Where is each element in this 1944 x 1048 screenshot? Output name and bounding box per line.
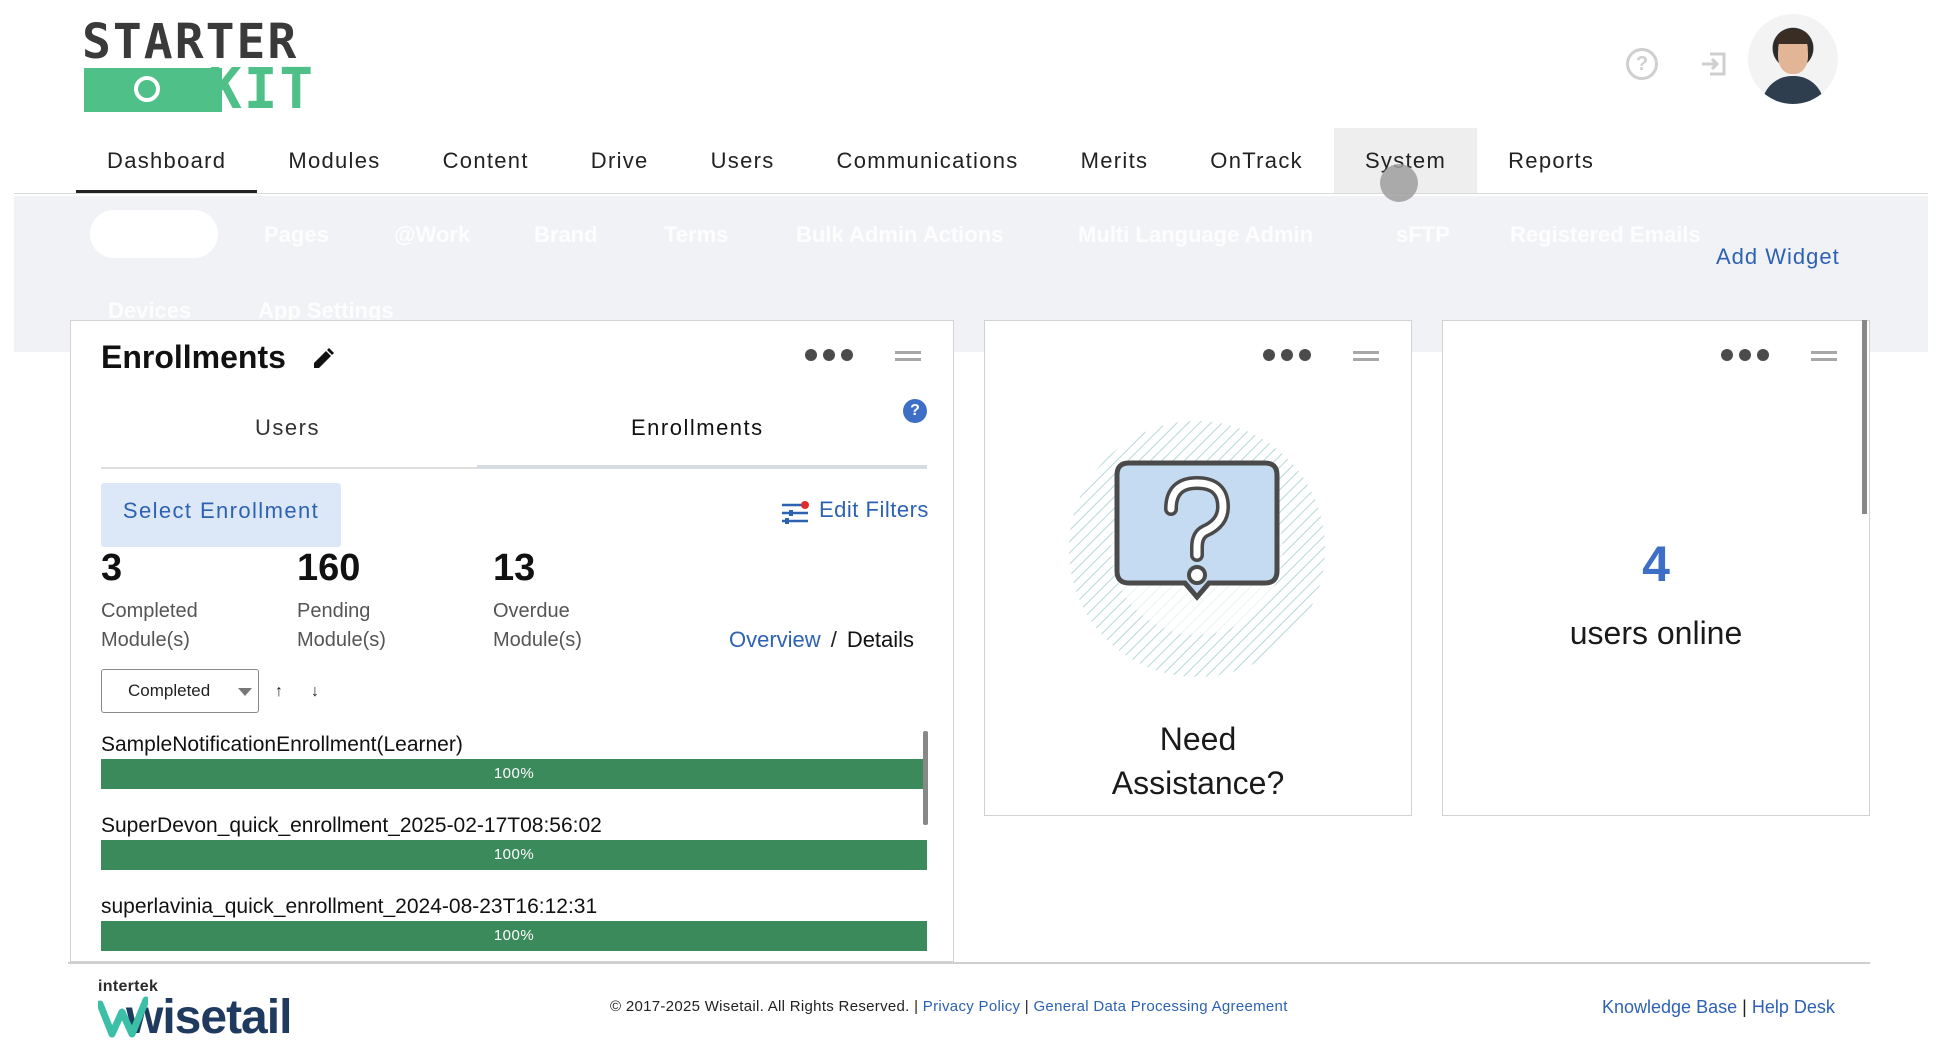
filter-sliders-icon[interactable] [781,501,809,525]
enrollment-list: SampleNotificationEnrollment(Learner) 10… [101,731,927,974]
app-header: STARTER KIT ? [0,0,1944,128]
footer-links: Knowledge Base | Help Desk [1602,997,1835,1018]
footer-copyright: © 2017-2025 Wisetail. All Rights Reserve… [610,998,1288,1015]
tab-enrollments[interactable]: Enrollments [631,415,764,441]
submenu-multi-language[interactable]: Multi Language Admin [1078,222,1313,248]
submenu-registered-emails[interactable]: Registered Emails [1510,222,1701,248]
footer-divider [68,962,1870,964]
privacy-policy-link[interactable]: Privacy Policy [923,998,1021,1015]
users-online-label: users online [1569,615,1743,651]
list-scrollbar[interactable] [923,731,928,825]
nav-communications[interactable]: Communications [806,128,1050,194]
ghost-basic-settings: Basic Settings [107,405,273,432]
card-menu-icon[interactable] [805,349,853,361]
footer-sep: | [1024,998,1029,1015]
stat-pending-value[interactable]: 160 [297,547,360,590]
copyright-text: © 2017-2025 Wisetail. All Rights Reserve… [610,998,910,1015]
page-scrollbar[interactable] [1862,320,1867,514]
nav-reports[interactable]: Reports [1477,128,1625,194]
progress-bar: 100% [101,921,927,951]
footer-sep: | [914,998,919,1015]
submenu-sftp[interactable]: sFTP [1396,222,1450,248]
mouse-cursor [1380,164,1418,202]
progress-bar: 100% [101,759,927,789]
status-filter-select[interactable]: Completed [101,669,259,713]
drag-handle-icon[interactable] [1353,351,1379,361]
knowledge-base-link[interactable]: Knowledge Base [1602,997,1737,1017]
starter-kit-logo[interactable]: STARTER KIT [82,18,313,118]
view-toggle: Overview / Details [729,627,914,653]
logout-icon[interactable] [1698,48,1730,80]
drag-handle-icon[interactable] [1811,351,1837,361]
stat-completed-value[interactable]: 3 [101,547,122,590]
ghost-reports: Reports [1535,405,1634,435]
wisetail-w-icon [98,996,148,1038]
submenu-bulk-admin[interactable]: Bulk Admin Actions [796,222,1003,248]
nav-merits[interactable]: Merits [1050,128,1180,194]
wisetail-logo[interactable]: intertek wisetail [98,978,314,1042]
list-item[interactable]: SampleNotificationEnrollment(Learner) 10… [101,731,927,812]
submenu-pill [90,210,218,258]
logo-bottom-text: KIT [208,57,316,122]
nav-dashboard[interactable]: Dashboard [76,128,258,194]
status-filter-value: Completed [128,681,211,700]
nav-modules[interactable]: Modules [257,128,411,194]
details-link[interactable]: Details [847,627,914,652]
enrollment-name: superlavinia_quick_enrollment_2024-08-23… [101,895,598,918]
card-menu-icon[interactable] [1721,349,1769,361]
add-widget-link[interactable]: Add Widget [1716,244,1840,270]
submenu-atwork[interactable]: @Work [394,222,470,248]
submenu-brand[interactable]: Brand [534,222,598,248]
nav-drive[interactable]: Drive [560,128,680,194]
drag-handle-icon[interactable] [895,351,921,361]
enrollments-card: Enrollments Basic Settings Users Enrollm… [70,320,954,962]
nav-ontrack[interactable]: OnTrack [1179,128,1334,194]
stat-completed-label: Completed Module(s) [101,600,198,651]
user-avatar[interactable] [1748,14,1838,104]
need-assistance-line2: Assistance? [1111,765,1285,801]
progress-bar: 100% [101,840,927,870]
gdpa-link[interactable]: General Data Processing Agreement [1033,998,1287,1015]
drop-icon [134,76,160,102]
sort-up-icon[interactable]: ↑ [275,683,283,701]
active-tab-indicator [477,465,927,469]
help-icon[interactable]: ? [903,399,927,423]
view-separator: / [830,627,837,652]
chevron-down-icon [238,688,252,696]
help-circle-icon[interactable]: ? [1626,48,1658,80]
nav-divider [14,193,1928,194]
need-assistance-line1: Need [1159,721,1237,757]
tab-users[interactable]: Users [255,415,320,441]
stat-pending-label: Pending Module(s) [297,600,386,651]
stat-overdue-value[interactable]: 13 [493,547,535,590]
help-desk-link[interactable]: Help Desk [1752,997,1835,1017]
overview-link[interactable]: Overview [729,627,821,652]
stat-overdue-label: Overdue Module(s) [493,600,582,651]
users-online-card: Reports Technical Support 4 users online [1442,320,1870,816]
question-bubble-icon [1069,421,1325,677]
nav-users[interactable]: Users [680,128,806,194]
enrollment-name: SampleNotificationEnrollment(Learner) [101,733,463,756]
footer-sep: | [1742,997,1747,1017]
nav-content[interactable]: Content [412,128,560,194]
select-enrollment-button[interactable]: Select Enrollment [101,483,341,547]
pencil-icon[interactable] [311,347,335,371]
enrollment-name: SuperDevon_quick_enrollment_2025-02-17T0… [101,814,602,837]
submenu-terms[interactable]: Terms [664,222,728,248]
wisetail-text: wisetail [126,991,292,1044]
list-item[interactable]: SuperDevon_quick_enrollment_2025-02-17T0… [101,812,927,893]
users-online-count: 4 [1642,536,1670,592]
sort-down-icon[interactable]: ↓ [311,683,319,701]
edit-filters-link[interactable]: Edit Filters [819,497,929,523]
card-title: Enrollments [101,339,286,375]
card-menu-icon[interactable] [1263,349,1311,361]
submenu-pages[interactable]: Pages [264,222,329,248]
need-assistance-card[interactable]: Need Assistance? [984,320,1412,816]
